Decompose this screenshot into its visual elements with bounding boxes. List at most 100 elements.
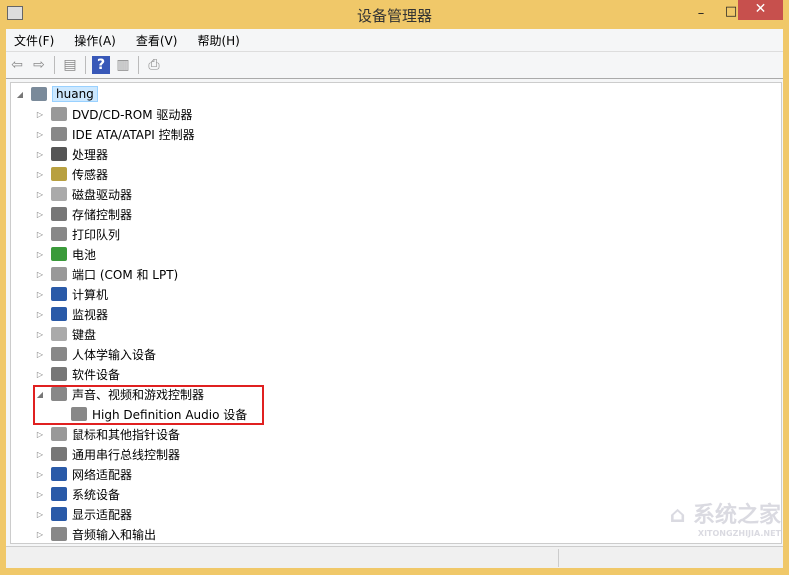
status-divider	[558, 549, 559, 567]
tree-root-computer[interactable]: ◢ huang	[15, 84, 98, 104]
tree-item-label: 键盘	[72, 327, 97, 342]
device-category-icon	[51, 167, 67, 181]
status-bar	[6, 546, 783, 568]
device-category-icon	[51, 447, 67, 461]
expand-arrow-icon[interactable]: ▷	[35, 170, 45, 179]
menu-item[interactable]: 操作(A)	[72, 30, 118, 51]
tree-item[interactable]: ▷ 显示适配器	[35, 504, 132, 524]
device-category-icon	[71, 407, 87, 421]
toolbar-separator	[138, 56, 139, 74]
menu-item[interactable]: 帮助(H)	[195, 30, 241, 51]
help-icon: ?	[96, 57, 106, 73]
tree-item[interactable]: ▷ 音频输入和输出	[35, 524, 157, 543]
help-button[interactable]: ?	[92, 56, 110, 74]
tree-item[interactable]: ▷ 系统设备	[35, 484, 120, 504]
device-category-icon	[51, 527, 67, 541]
expand-arrow-icon[interactable]: ◢	[15, 90, 25, 99]
show-action-pane-button[interactable]: ▥	[114, 56, 132, 74]
tree-item[interactable]: ▷ 存储控制器	[35, 204, 132, 224]
tree-item[interactable]: ▷ 鼠标和其他指针设备	[35, 424, 180, 444]
expand-arrow-icon[interactable]: ▷	[35, 110, 45, 119]
tree-item[interactable]: ▷ 打印队列	[35, 224, 120, 244]
expand-arrow-icon[interactable]: ▷	[35, 270, 45, 279]
expand-arrow-icon[interactable]: ▷	[35, 130, 45, 139]
device-category-icon	[51, 207, 67, 221]
tree-item-label: 人体学输入设备	[72, 347, 157, 362]
forward-arrow-icon: ⇨	[33, 57, 45, 73]
device-category-icon	[51, 487, 67, 501]
expand-arrow-icon[interactable]: ▷	[35, 230, 45, 239]
scan-hardware-icon: ⎙	[148, 57, 160, 73]
tree-item[interactable]: ▷ 磁盘驱动器	[35, 184, 132, 204]
tree-item[interactable]: ▷ 电池	[35, 244, 96, 264]
tree-item[interactable]: ▷ 通用串行总线控制器	[35, 444, 180, 464]
tree-item-label: IDE ATA/ATAPI 控制器	[72, 127, 195, 142]
tree-item[interactable]: ▷ 监视器	[35, 304, 108, 324]
device-category-icon	[51, 347, 67, 361]
tree-item-label: 网络适配器	[72, 467, 133, 482]
tree-item[interactable]: ◢ 声音、视频和游戏控制器	[35, 384, 204, 404]
device-category-icon	[51, 467, 67, 481]
tree-item[interactable]: ▷ 计算机	[35, 284, 108, 304]
toolbar-separator	[54, 56, 55, 74]
tree-item[interactable]: ▷ 端口 (COM 和 LPT)	[35, 264, 178, 284]
tree-item-label: 显示适配器	[72, 507, 133, 522]
expand-arrow-icon[interactable]: ▷	[35, 290, 45, 299]
expand-arrow-icon[interactable]: ▷	[35, 530, 45, 539]
tree-item-label: 音频输入和输出	[72, 527, 157, 542]
expand-arrow-icon[interactable]: ▷	[35, 150, 45, 159]
device-category-icon	[51, 387, 67, 401]
toolbar-separator	[85, 56, 86, 74]
expand-arrow-icon[interactable]: ▷	[35, 190, 45, 199]
tree-item-label: 计算机	[72, 287, 109, 302]
expand-arrow-icon[interactable]: ◢	[35, 390, 45, 399]
tree-item[interactable]: ▷ 键盘	[35, 324, 96, 344]
tree-item[interactable]: ▷ IDE ATA/ATAPI 控制器	[35, 124, 195, 144]
back-arrow-icon: ⇦	[11, 57, 23, 73]
tree-root-computer-label: huang	[52, 86, 98, 102]
device-category-icon	[51, 247, 67, 261]
tree-item[interactable]: ▷ 网络适配器	[35, 464, 132, 484]
expand-arrow-icon[interactable]: ▷	[35, 250, 45, 259]
device-category-icon	[51, 367, 67, 381]
close-button[interactable]: ✕	[738, 0, 783, 20]
expand-arrow-icon[interactable]: ▷	[35, 470, 45, 479]
menu-bar: 文件(F) 操作(A) 查看(V) 帮助(H)	[6, 29, 783, 52]
device-category-icon	[51, 127, 67, 141]
device-category-icon	[51, 427, 67, 441]
scan-hardware-button[interactable]: ⎙	[145, 56, 163, 74]
device-category-icon	[51, 147, 67, 161]
expand-arrow-icon[interactable]: ▷	[35, 330, 45, 339]
expand-arrow-icon[interactable]: ▷	[35, 350, 45, 359]
expand-arrow-icon[interactable]: ▷	[35, 450, 45, 459]
device-tree[interactable]: ◢ huang ▷ DVD/CD-ROM 驱动器 ▷ IDE ATA/ATAPI 控制器 ▷…	[10, 82, 782, 544]
menu-item[interactable]: 文件(F)	[12, 30, 56, 51]
tree-item-label: DVD/CD-ROM 驱动器	[72, 107, 193, 122]
device-category-icon	[51, 107, 67, 121]
menu-item[interactable]: 查看(V)	[134, 30, 180, 51]
expand-arrow-icon[interactable]: ▷	[35, 430, 45, 439]
tree-item[interactable]: ▷ 传感器	[35, 164, 108, 184]
tree-item-label: 系统设备	[72, 487, 121, 502]
tree-item[interactable]: ▷ 人体学输入设备	[35, 344, 156, 364]
tree-item[interactable]: ▷ DVD/CD-ROM 驱动器	[35, 104, 192, 124]
tree-item[interactable]: ▷ 软件设备	[35, 364, 120, 384]
toolbar: ⇦ ⇨ ▤? ▥ ⎙	[6, 52, 783, 79]
tree-child-item[interactable]: High Definition Audio 设备	[71, 404, 247, 424]
expand-arrow-icon[interactable]: ▷	[35, 510, 45, 519]
expand-arrow-icon[interactable]: ▷	[35, 310, 45, 319]
minimize-button[interactable]: –	[688, 6, 714, 26]
expand-arrow-icon[interactable]: ▷	[35, 370, 45, 379]
expand-arrow-icon[interactable]: ▷	[35, 490, 45, 499]
device-category-icon	[51, 267, 67, 281]
show-hide-console-tree-icon: ▤	[63, 57, 77, 73]
expand-arrow-icon[interactable]: ▷	[35, 210, 45, 219]
show-hide-console-tree-button[interactable]: ▤	[61, 56, 79, 74]
tree-item[interactable]: ▷ 处理器	[35, 144, 108, 164]
device-category-icon	[51, 307, 67, 321]
forward-arrow-button[interactable]: ⇨	[30, 56, 48, 74]
device-category-icon	[51, 287, 67, 301]
tree-item-label: 监视器	[72, 307, 109, 322]
back-arrow-button[interactable]: ⇦	[8, 56, 26, 74]
tree-item-label: 电池	[72, 247, 97, 262]
